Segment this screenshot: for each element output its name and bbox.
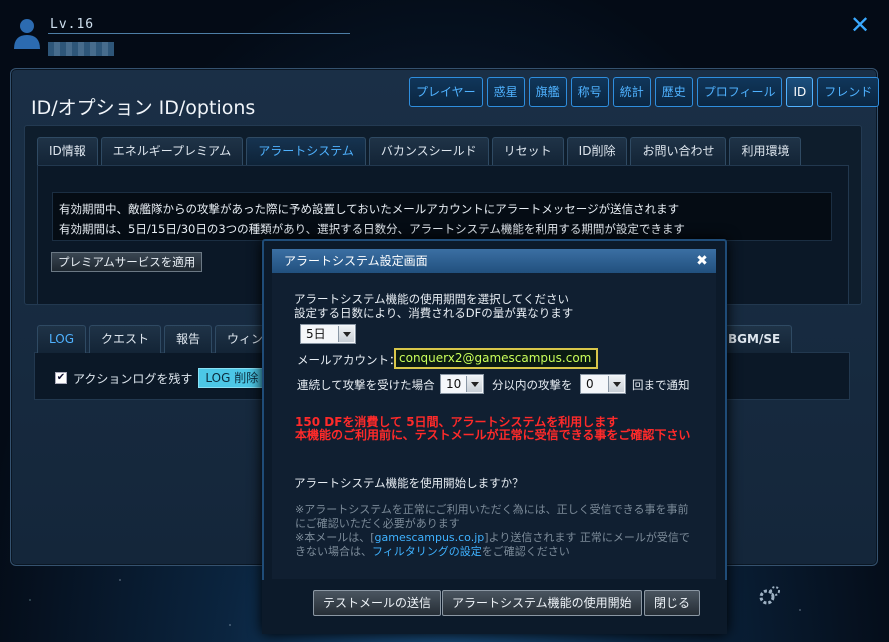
player-level: Lv.16 xyxy=(50,17,95,32)
close-window-button[interactable]: ✕ xyxy=(849,13,871,37)
sub-tab[interactable]: リセット xyxy=(491,137,564,165)
top-tab[interactable]: 旗艦 xyxy=(528,77,567,107)
info-line-2: 有効期間は、5日/15日/30日の3つの種類があり、選択する日数分、アラートシス… xyxy=(59,222,685,236)
dialog-notes: ※アラートシステムを正常にご利用いただく為には、正しく受信できる事を事前にご確認… xyxy=(295,503,695,559)
log-row: ✔ アクションログを残す LOG 削除 xyxy=(55,368,266,388)
player-name-redacted xyxy=(48,42,114,56)
main-tabs: プレイヤー 惑星 旗艦 称号 統計 歴史 プロフィール ID フレンド xyxy=(409,77,880,107)
top-tab[interactable]: プレイヤー xyxy=(409,77,483,107)
period-select-value: 5日 xyxy=(306,327,326,341)
note-3-suffix: をご確認ください xyxy=(481,545,570,558)
action-log-label: アクションログを残す xyxy=(73,371,193,386)
minutes-select[interactable]: 10 xyxy=(440,374,484,394)
chevron-down-icon xyxy=(608,376,624,392)
top-tab[interactable]: 統計 xyxy=(612,77,651,107)
times-select-value: 0 xyxy=(586,377,594,391)
dialog-title: アラートシステム設定画面 xyxy=(272,249,716,273)
rule-suffix: 回まで通知 xyxy=(632,378,690,392)
dialog-close-icon[interactable]: ✖ xyxy=(695,253,709,269)
settings-gear-icon[interactable] xyxy=(758,584,782,606)
period-desc-2: 設定する日数により、消費されるDFの量が異なります xyxy=(294,306,574,320)
page-title: ID/オプション ID/options xyxy=(31,97,256,119)
warning-text: 150 DFを消費して 5日間、アラートシステムを利用します 本機能のご利用前に… xyxy=(295,416,695,442)
rule-middle: 分以内の攻撃を xyxy=(492,378,573,392)
top-tab[interactable]: プロフィール xyxy=(696,77,783,107)
chevron-down-icon xyxy=(338,326,354,342)
option-tab[interactable]: クエスト xyxy=(89,325,162,353)
option-tab[interactable]: LOG xyxy=(37,325,87,353)
start-alert-button[interactable]: アラートシステム機能の使用開始 xyxy=(442,590,642,616)
start-question: アラートシステム機能を使用開始しますか？ xyxy=(294,476,524,490)
note-2-prefix: ※本メールは、[ xyxy=(295,531,375,544)
top-tab[interactable]: 惑星 xyxy=(486,77,525,107)
avatar-icon xyxy=(14,19,40,49)
sub-tab[interactable]: バカンスシールド xyxy=(368,137,489,165)
filter-settings-link[interactable]: フィルタリングの設定 xyxy=(372,545,482,558)
top-tab[interactable]: 歴史 xyxy=(654,77,693,107)
email-input[interactable]: conquerx2@gamescampus.com xyxy=(394,348,598,369)
id-sub-tabs: ID情報 エネルギープレミアム アラートシステム バカンスシールド リセット ID削除 お問… xyxy=(37,137,802,165)
sub-tab[interactable]: アラートシステム xyxy=(246,137,366,165)
alert-info-box: 有効期間中、敵艦隊からの攻撃があった際に予め設置しておいたメールアカウントにアラ… xyxy=(52,192,832,241)
sub-tab[interactable]: ID削除 xyxy=(566,137,628,165)
rule-prefix: 連続して攻撃を受けた場合 xyxy=(297,378,435,392)
times-select[interactable]: 0 xyxy=(580,374,626,394)
log-delete-button[interactable]: LOG 削除 xyxy=(198,368,266,388)
sub-tab[interactable]: お問い合わせ xyxy=(630,137,727,165)
send-test-email-button[interactable]: テストメールの送信 xyxy=(313,590,442,616)
level-divider xyxy=(48,33,350,34)
domain-link[interactable]: gamescampus.co.jp xyxy=(375,531,485,544)
period-select[interactable]: 5日 xyxy=(300,324,356,344)
option-tab[interactable]: 報告 xyxy=(164,325,213,353)
sub-tab[interactable]: エネルギープレミアム xyxy=(100,137,244,165)
minutes-select-value: 10 xyxy=(446,377,462,391)
note-1: ※アラートシステムを正常にご利用いただく為には、正しく受信できる事を事前にご確認… xyxy=(295,503,689,530)
top-tab[interactable]: フレンド xyxy=(817,77,880,107)
warning-line-2: 本機能のご利用前に、テストメールが正常に受信できる事をご確認下さい xyxy=(295,428,691,442)
sub-tab[interactable]: ID情報 xyxy=(37,137,98,165)
action-log-checkbox[interactable]: ✔ xyxy=(55,372,67,384)
chevron-down-icon xyxy=(466,376,482,392)
dialog-close-button[interactable]: 閉じる xyxy=(644,590,701,616)
top-tab[interactable]: 称号 xyxy=(570,77,609,107)
top-tab[interactable]: ID xyxy=(786,77,814,107)
option-tab-bgm[interactable]: BGM/SE xyxy=(716,325,793,353)
sub-tab[interactable]: 利用環境 xyxy=(729,137,802,165)
apply-premium-button[interactable]: プレミアムサービスを適用 xyxy=(51,252,203,272)
info-line-1: 有効期間中、敵艦隊からの攻撃があった際に予め設置しておいたメールアカウントにアラ… xyxy=(59,202,680,216)
email-label: メールアカウント： xyxy=(297,353,401,367)
